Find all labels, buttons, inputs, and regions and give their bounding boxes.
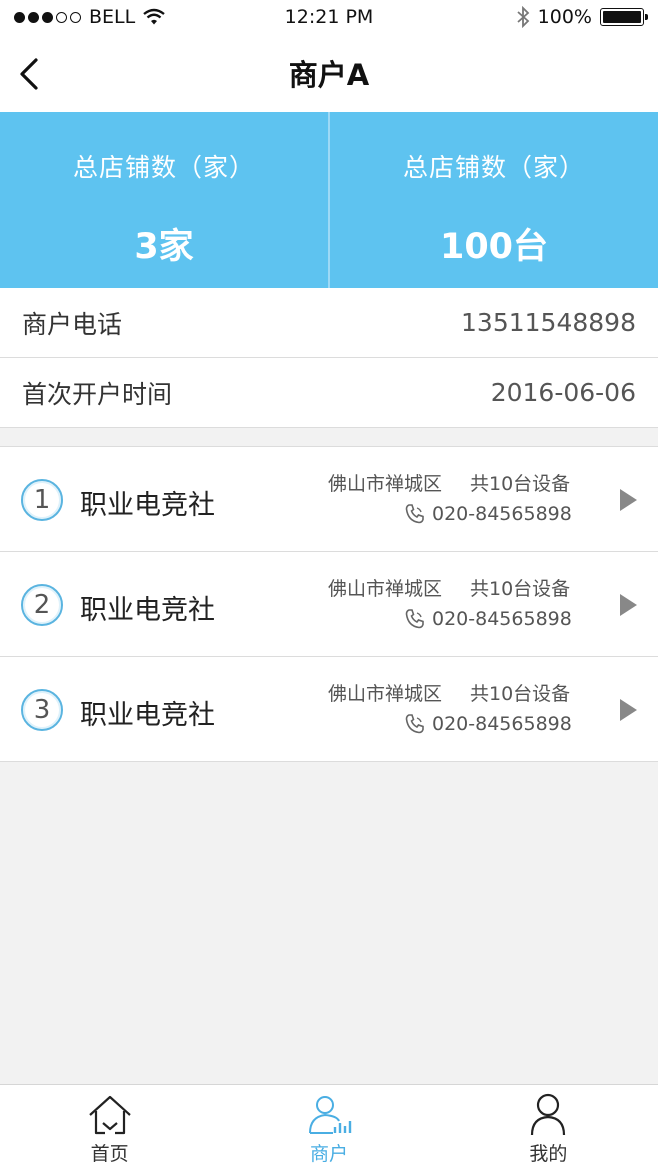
caret-right-icon	[620, 489, 637, 511]
stat-label: 总店铺数（家）	[402, 153, 585, 182]
store-name: 职业电竞社	[80, 490, 215, 521]
phone-icon	[405, 714, 424, 734]
store-address: 佛山市禅城区	[328, 578, 443, 600]
stat-card-devices: 总店铺数（家） 100台	[328, 112, 658, 288]
tab-merchant[interactable]: 商户	[219, 1085, 438, 1170]
navigation-bar: 商户A	[0, 34, 658, 112]
store-device-count: 共10台设备	[470, 473, 571, 495]
first-open-date-row: 首次开户时间 2016-06-06	[0, 358, 658, 428]
stat-value: 100台	[439, 227, 549, 267]
first-open-date-value: 2016-06-06	[490, 378, 636, 407]
store-address: 佛山市禅城区	[328, 473, 443, 495]
tab-profile[interactable]: 我的	[439, 1085, 658, 1170]
store-list-item[interactable]: 3 职业电竞社 佛山市禅城区 共10台设备 020-84565898	[0, 657, 658, 762]
battery-icon	[600, 8, 648, 26]
stat-value: 3家	[134, 227, 194, 267]
merchant-icon	[308, 1096, 352, 1134]
stat-label: 总店铺数（家）	[72, 153, 255, 182]
bluetooth-icon	[517, 6, 529, 28]
store-index-badge: 2	[21, 584, 63, 626]
status-bar: BELL 12:21 PM 100%	[0, 0, 658, 34]
chevron-left-icon[interactable]	[14, 54, 50, 94]
tab-home[interactable]: 首页	[0, 1085, 219, 1170]
store-phone-group: 020-84565898	[404, 608, 572, 630]
merchant-info: 商户电话 13511548898 首次开户时间 2016-06-06	[0, 288, 658, 428]
first-open-date-label: 首次开户时间	[22, 379, 173, 409]
merchant-phone-label: 商户电话	[22, 309, 123, 339]
status-right: 100%	[516, 6, 648, 28]
stat-card-stores: 总店铺数（家） 3家	[0, 112, 328, 288]
caret-right-icon	[620, 699, 637, 721]
caret-right-icon	[620, 594, 637, 616]
tab-label: 我的	[529, 1143, 568, 1165]
store-phone: 020-84565898	[432, 713, 572, 735]
tab-label: 首页	[90, 1143, 129, 1165]
store-address: 佛山市禅城区	[328, 683, 443, 705]
store-device-count: 共10台设备	[470, 683, 571, 705]
store-list-item[interactable]: 1 职业电竞社 佛山市禅城区 共10台设备 020-84565898	[0, 447, 658, 552]
store-index-badge: 3	[21, 689, 63, 731]
store-list: 1 职业电竞社 佛山市禅城区 共10台设备 020-84565898 2 职业电…	[0, 446, 658, 762]
store-name: 职业电竞社	[80, 595, 215, 626]
store-phone-group: 020-84565898	[404, 713, 572, 735]
store-list-item[interactable]: 2 职业电竞社 佛山市禅城区 共10台设备 020-84565898	[0, 552, 658, 657]
profile-icon	[531, 1093, 566, 1136]
store-phone-group: 020-84565898	[404, 503, 572, 525]
store-phone: 020-84565898	[432, 608, 572, 630]
phone-icon	[405, 609, 424, 629]
page-title: 商户A	[288, 58, 370, 92]
home-icon	[88, 1095, 131, 1135]
store-index-badge: 1	[21, 479, 63, 521]
store-phone: 020-84565898	[432, 503, 572, 525]
merchant-phone-value: 13511548898	[461, 308, 636, 337]
phone-icon	[405, 504, 424, 524]
store-name: 职业电竞社	[80, 700, 215, 731]
tab-bar: 首页 商户 我的	[0, 1084, 658, 1170]
stats-panel: 总店铺数（家） 3家 总店铺数（家） 100台	[0, 112, 658, 288]
merchant-phone-row: 商户电话 13511548898	[0, 288, 658, 358]
store-device-count: 共10台设备	[470, 578, 571, 600]
tab-label: 商户	[309, 1143, 348, 1165]
battery-percent: 100%	[537, 6, 592, 28]
